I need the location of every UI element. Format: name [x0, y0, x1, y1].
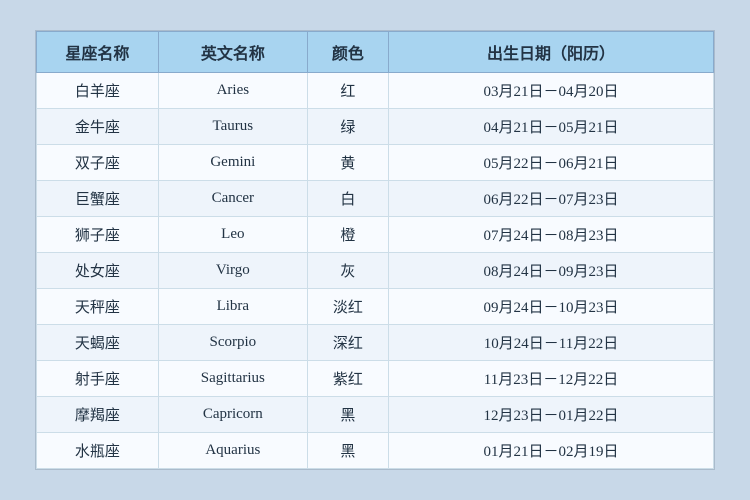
table-row: 狮子座Leo橙07月24日－08月23日	[37, 217, 714, 253]
cell-color: 红	[307, 73, 388, 109]
cell-color: 深红	[307, 325, 388, 361]
cell-chinese: 狮子座	[37, 217, 159, 253]
zodiac-table-container: 星座名称 英文名称 颜色 出生日期（阳历） 白羊座Aries红03月21日－04…	[35, 30, 715, 470]
cell-date: 07月24日－08月23日	[389, 217, 714, 253]
table-row: 摩羯座Capricorn黑12月23日－01月22日	[37, 397, 714, 433]
table-body: 白羊座Aries红03月21日－04月20日金牛座Taurus绿04月21日－0…	[37, 73, 714, 469]
cell-chinese: 摩羯座	[37, 397, 159, 433]
cell-chinese: 天蝎座	[37, 325, 159, 361]
cell-date: 06月22日－07月23日	[389, 181, 714, 217]
cell-date: 05月22日－06月21日	[389, 145, 714, 181]
cell-english: Aquarius	[158, 433, 307, 469]
table-row: 水瓶座Aquarius黑01月21日－02月19日	[37, 433, 714, 469]
cell-chinese: 水瓶座	[37, 433, 159, 469]
cell-english: Aries	[158, 73, 307, 109]
cell-english: Capricorn	[158, 397, 307, 433]
cell-date: 01月21日－02月19日	[389, 433, 714, 469]
cell-chinese: 射手座	[37, 361, 159, 397]
cell-color: 淡红	[307, 289, 388, 325]
cell-english: Libra	[158, 289, 307, 325]
cell-color: 黑	[307, 397, 388, 433]
cell-english: Cancer	[158, 181, 307, 217]
cell-english: Sagittarius	[158, 361, 307, 397]
cell-color: 橙	[307, 217, 388, 253]
cell-chinese: 双子座	[37, 145, 159, 181]
cell-color: 紫红	[307, 361, 388, 397]
table-row: 金牛座Taurus绿04月21日－05月21日	[37, 109, 714, 145]
cell-chinese: 天秤座	[37, 289, 159, 325]
table-header-row: 星座名称 英文名称 颜色 出生日期（阳历）	[37, 32, 714, 73]
cell-date: 12月23日－01月22日	[389, 397, 714, 433]
cell-date: 10月24日－11月22日	[389, 325, 714, 361]
cell-english: Taurus	[158, 109, 307, 145]
cell-color: 灰	[307, 253, 388, 289]
cell-english: Virgo	[158, 253, 307, 289]
table-row: 天蝎座Scorpio深红10月24日－11月22日	[37, 325, 714, 361]
header-color: 颜色	[307, 32, 388, 73]
cell-color: 白	[307, 181, 388, 217]
cell-color: 黑	[307, 433, 388, 469]
table-row: 射手座Sagittarius紫红11月23日－12月22日	[37, 361, 714, 397]
cell-date: 11月23日－12月22日	[389, 361, 714, 397]
header-chinese: 星座名称	[37, 32, 159, 73]
table-row: 天秤座Libra淡红09月24日－10月23日	[37, 289, 714, 325]
cell-color: 绿	[307, 109, 388, 145]
cell-date: 08月24日－09月23日	[389, 253, 714, 289]
cell-color: 黄	[307, 145, 388, 181]
cell-chinese: 巨蟹座	[37, 181, 159, 217]
cell-chinese: 白羊座	[37, 73, 159, 109]
cell-chinese: 金牛座	[37, 109, 159, 145]
cell-english: Scorpio	[158, 325, 307, 361]
cell-date: 03月21日－04月20日	[389, 73, 714, 109]
table-row: 白羊座Aries红03月21日－04月20日	[37, 73, 714, 109]
table-row: 处女座Virgo灰08月24日－09月23日	[37, 253, 714, 289]
header-english: 英文名称	[158, 32, 307, 73]
cell-date: 09月24日－10月23日	[389, 289, 714, 325]
cell-english: Gemini	[158, 145, 307, 181]
zodiac-table: 星座名称 英文名称 颜色 出生日期（阳历） 白羊座Aries红03月21日－04…	[36, 31, 714, 469]
table-row: 双子座Gemini黄05月22日－06月21日	[37, 145, 714, 181]
cell-date: 04月21日－05月21日	[389, 109, 714, 145]
header-date: 出生日期（阳历）	[389, 32, 714, 73]
cell-english: Leo	[158, 217, 307, 253]
cell-chinese: 处女座	[37, 253, 159, 289]
table-row: 巨蟹座Cancer白06月22日－07月23日	[37, 181, 714, 217]
